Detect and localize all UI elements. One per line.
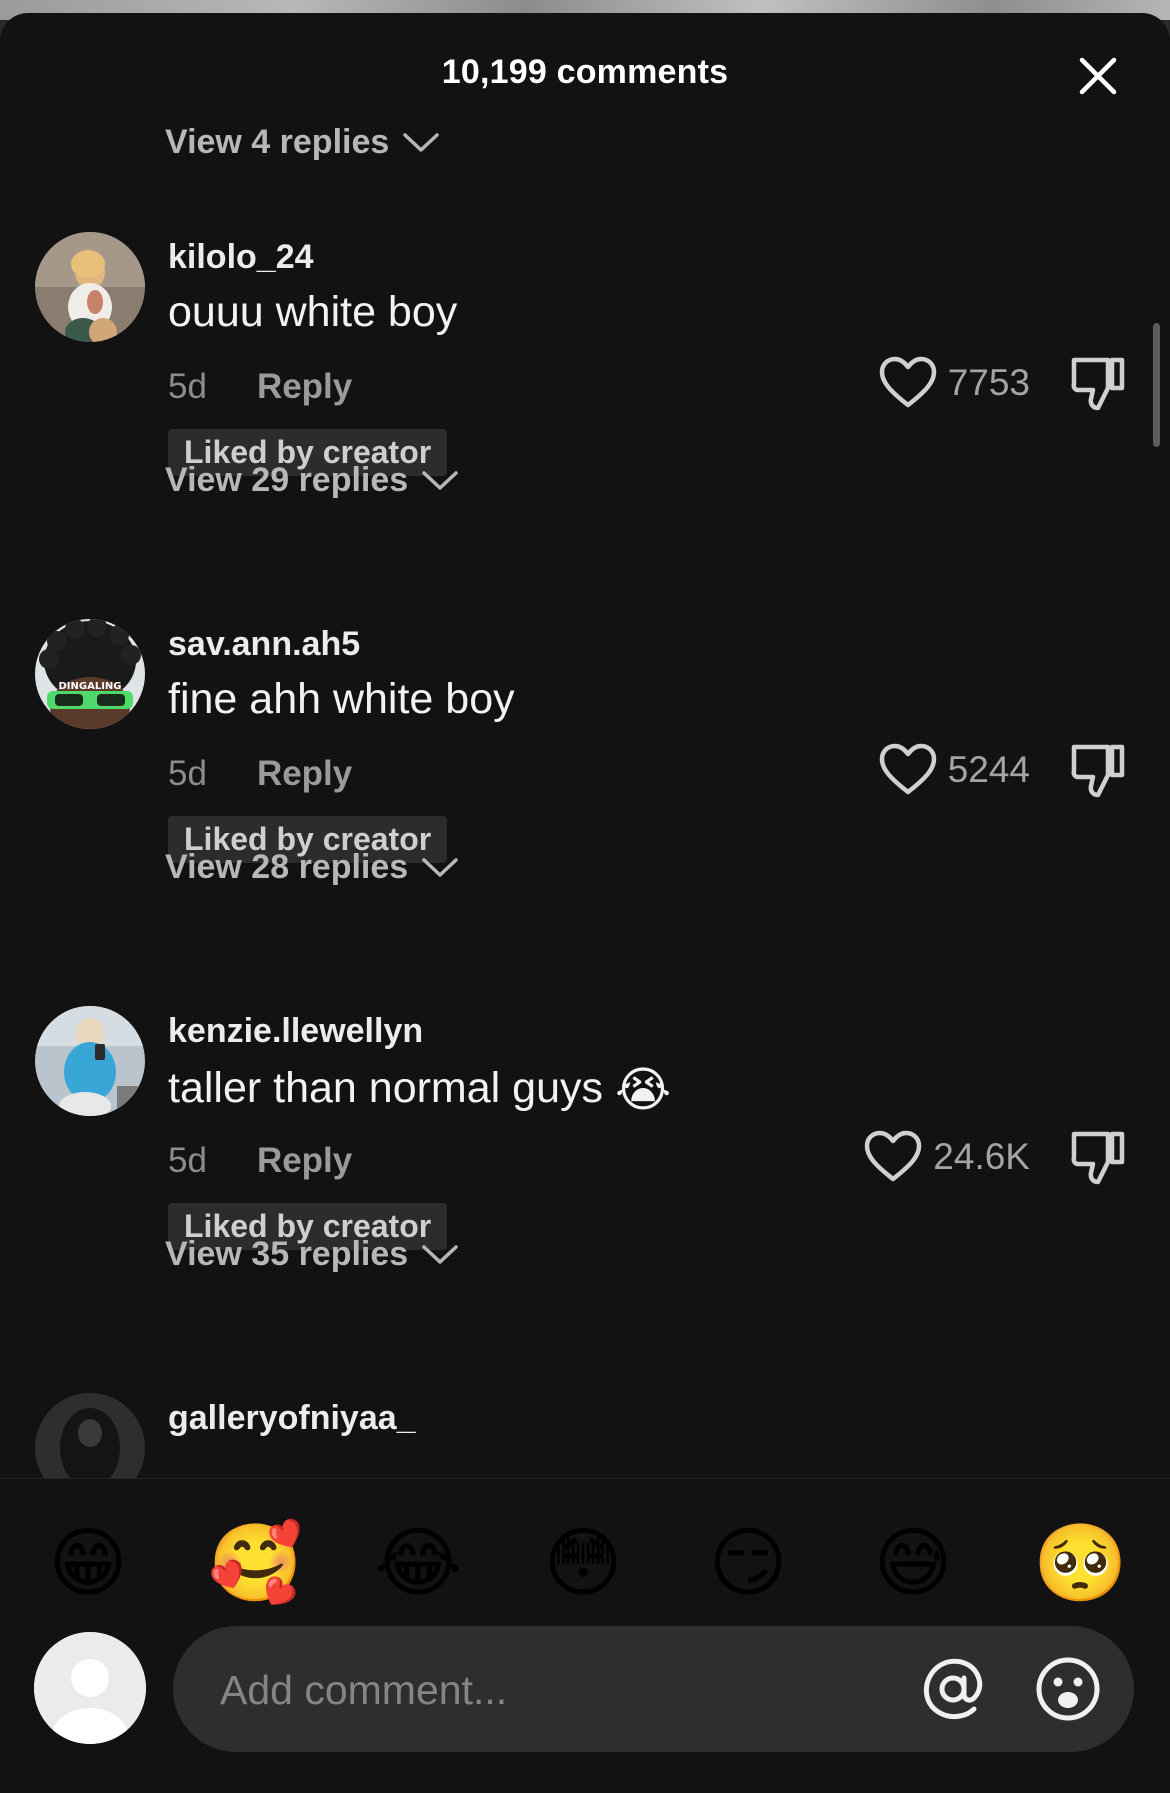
mention-button[interactable] xyxy=(918,1654,988,1724)
emoji-flushed-button[interactable]: 😳 xyxy=(538,1519,628,1609)
emoji-grin-button[interactable]: 😁 xyxy=(43,1519,133,1609)
like-button[interactable]: 5244 xyxy=(878,742,1030,798)
comment-text: fine ahh white boy xyxy=(168,675,515,724)
comment-input-row xyxy=(0,1618,1170,1793)
emoji-quick-bar: 😁 🥰 😂 😳 😏 😅 🥺 xyxy=(0,1478,1170,1619)
view-replies-button[interactable]: View 29 replies xyxy=(165,461,458,500)
view-replies-button[interactable]: View 4 replies xyxy=(165,123,440,162)
thumbs-down-icon xyxy=(1071,744,1125,798)
reply-button[interactable]: Reply xyxy=(257,367,352,407)
comments-count-title: 10,199 comments xyxy=(441,53,729,91)
comment-text: taller than normal guys 😭 xyxy=(168,1062,671,1118)
like-count: 24.6K xyxy=(933,1136,1030,1177)
view-replies-button[interactable]: View 35 replies xyxy=(165,1235,458,1274)
user-avatar[interactable] xyxy=(34,1632,146,1744)
comment-meta: 5d Reply xyxy=(168,367,352,407)
emoji-sweat-smile-button[interactable]: 😅 xyxy=(868,1519,958,1609)
comment-text-body: ouuu white boy xyxy=(168,288,458,336)
view-replies-label: View 29 replies xyxy=(165,461,409,499)
thumbs-down-icon xyxy=(1071,357,1125,411)
emoji-smiling-hearts-button[interactable]: 🥰 xyxy=(208,1519,303,1609)
comments-header: 10,199 comments xyxy=(0,13,1170,131)
chevron-down-icon xyxy=(422,1244,458,1264)
like-count: 7753 xyxy=(947,362,1030,403)
comment-age: 5d xyxy=(168,1141,207,1180)
comment-item: DINGALING sav.ann.ah5 fine ahh white boy… xyxy=(0,619,1170,949)
comment-item: kilolo_24 ouuu white boy 5d Reply Liked … xyxy=(0,232,1170,562)
avatar[interactable]: DINGALING xyxy=(35,619,145,729)
comments-sheet: 10,199 comments View 4 replies kilolo_24… xyxy=(0,13,1170,1793)
comment-meta: 5d Reply xyxy=(168,754,352,794)
thumbs-down-icon xyxy=(1071,1131,1125,1185)
view-replies-button[interactable]: View 28 replies xyxy=(165,848,458,887)
comment-username[interactable]: kenzie.llewellyn xyxy=(168,1012,423,1051)
emoji-picker-button[interactable] xyxy=(1033,1654,1103,1724)
like-button[interactable]: 24.6K xyxy=(863,1129,1030,1185)
emoji-pleading-button[interactable]: 🥺 xyxy=(1033,1519,1128,1609)
crying-face-emoji: 😭 xyxy=(615,1064,672,1117)
heart-icon xyxy=(865,1130,922,1182)
reply-button[interactable]: Reply xyxy=(257,754,352,794)
like-count: 5244 xyxy=(947,749,1030,790)
view-replies-label: View 35 replies xyxy=(165,1235,409,1273)
avatar-caption: DINGALING xyxy=(58,681,122,692)
like-button[interactable]: 7753 xyxy=(878,355,1030,411)
comment-item: galleryofniyaa_ xyxy=(0,1393,1170,1478)
close-button[interactable] xyxy=(1074,52,1122,100)
comment-text-body: taller than normal guys xyxy=(168,1064,603,1112)
avatar[interactable] xyxy=(35,1393,145,1478)
heart-icon xyxy=(879,743,936,795)
heart-icon xyxy=(879,356,936,408)
comment-input-container xyxy=(173,1626,1134,1754)
at-sign-icon xyxy=(923,1658,983,1720)
view-replies-label: View 4 replies xyxy=(165,123,390,161)
default-avatar-icon xyxy=(34,1632,146,1744)
comment-item: kenzie.llewellyn taller than normal guys… xyxy=(0,1006,1170,1336)
reply-button[interactable]: Reply xyxy=(257,1141,352,1181)
view-replies-label: View 28 replies xyxy=(165,848,409,886)
comment-age: 5d xyxy=(168,367,207,406)
emoji-joy-button[interactable]: 😂 xyxy=(373,1519,463,1609)
avatar[interactable] xyxy=(35,1006,145,1116)
dislike-button[interactable] xyxy=(1068,741,1128,801)
emoji-face-icon xyxy=(1036,1657,1100,1721)
comment-input[interactable] xyxy=(218,1626,872,1754)
dislike-button[interactable] xyxy=(1068,1128,1128,1188)
emoji-smirk-button[interactable]: 😏 xyxy=(703,1519,793,1609)
comment-username[interactable]: sav.ann.ah5 xyxy=(168,625,360,664)
dislike-button[interactable] xyxy=(1068,354,1128,414)
comment-age: 5d xyxy=(168,754,207,793)
comment-username[interactable]: kilolo_24 xyxy=(168,238,314,277)
chevron-down-icon xyxy=(422,857,458,877)
comment-text-body: fine ahh white boy xyxy=(168,675,515,723)
avatar[interactable] xyxy=(35,232,145,342)
comment-meta: 5d Reply xyxy=(168,1141,352,1181)
comment-text: ouuu white boy xyxy=(168,288,457,337)
chevron-down-icon xyxy=(422,470,458,490)
close-icon xyxy=(1079,57,1117,95)
comment-username[interactable]: galleryofniyaa_ xyxy=(168,1399,416,1438)
chevron-down-icon xyxy=(403,132,440,152)
